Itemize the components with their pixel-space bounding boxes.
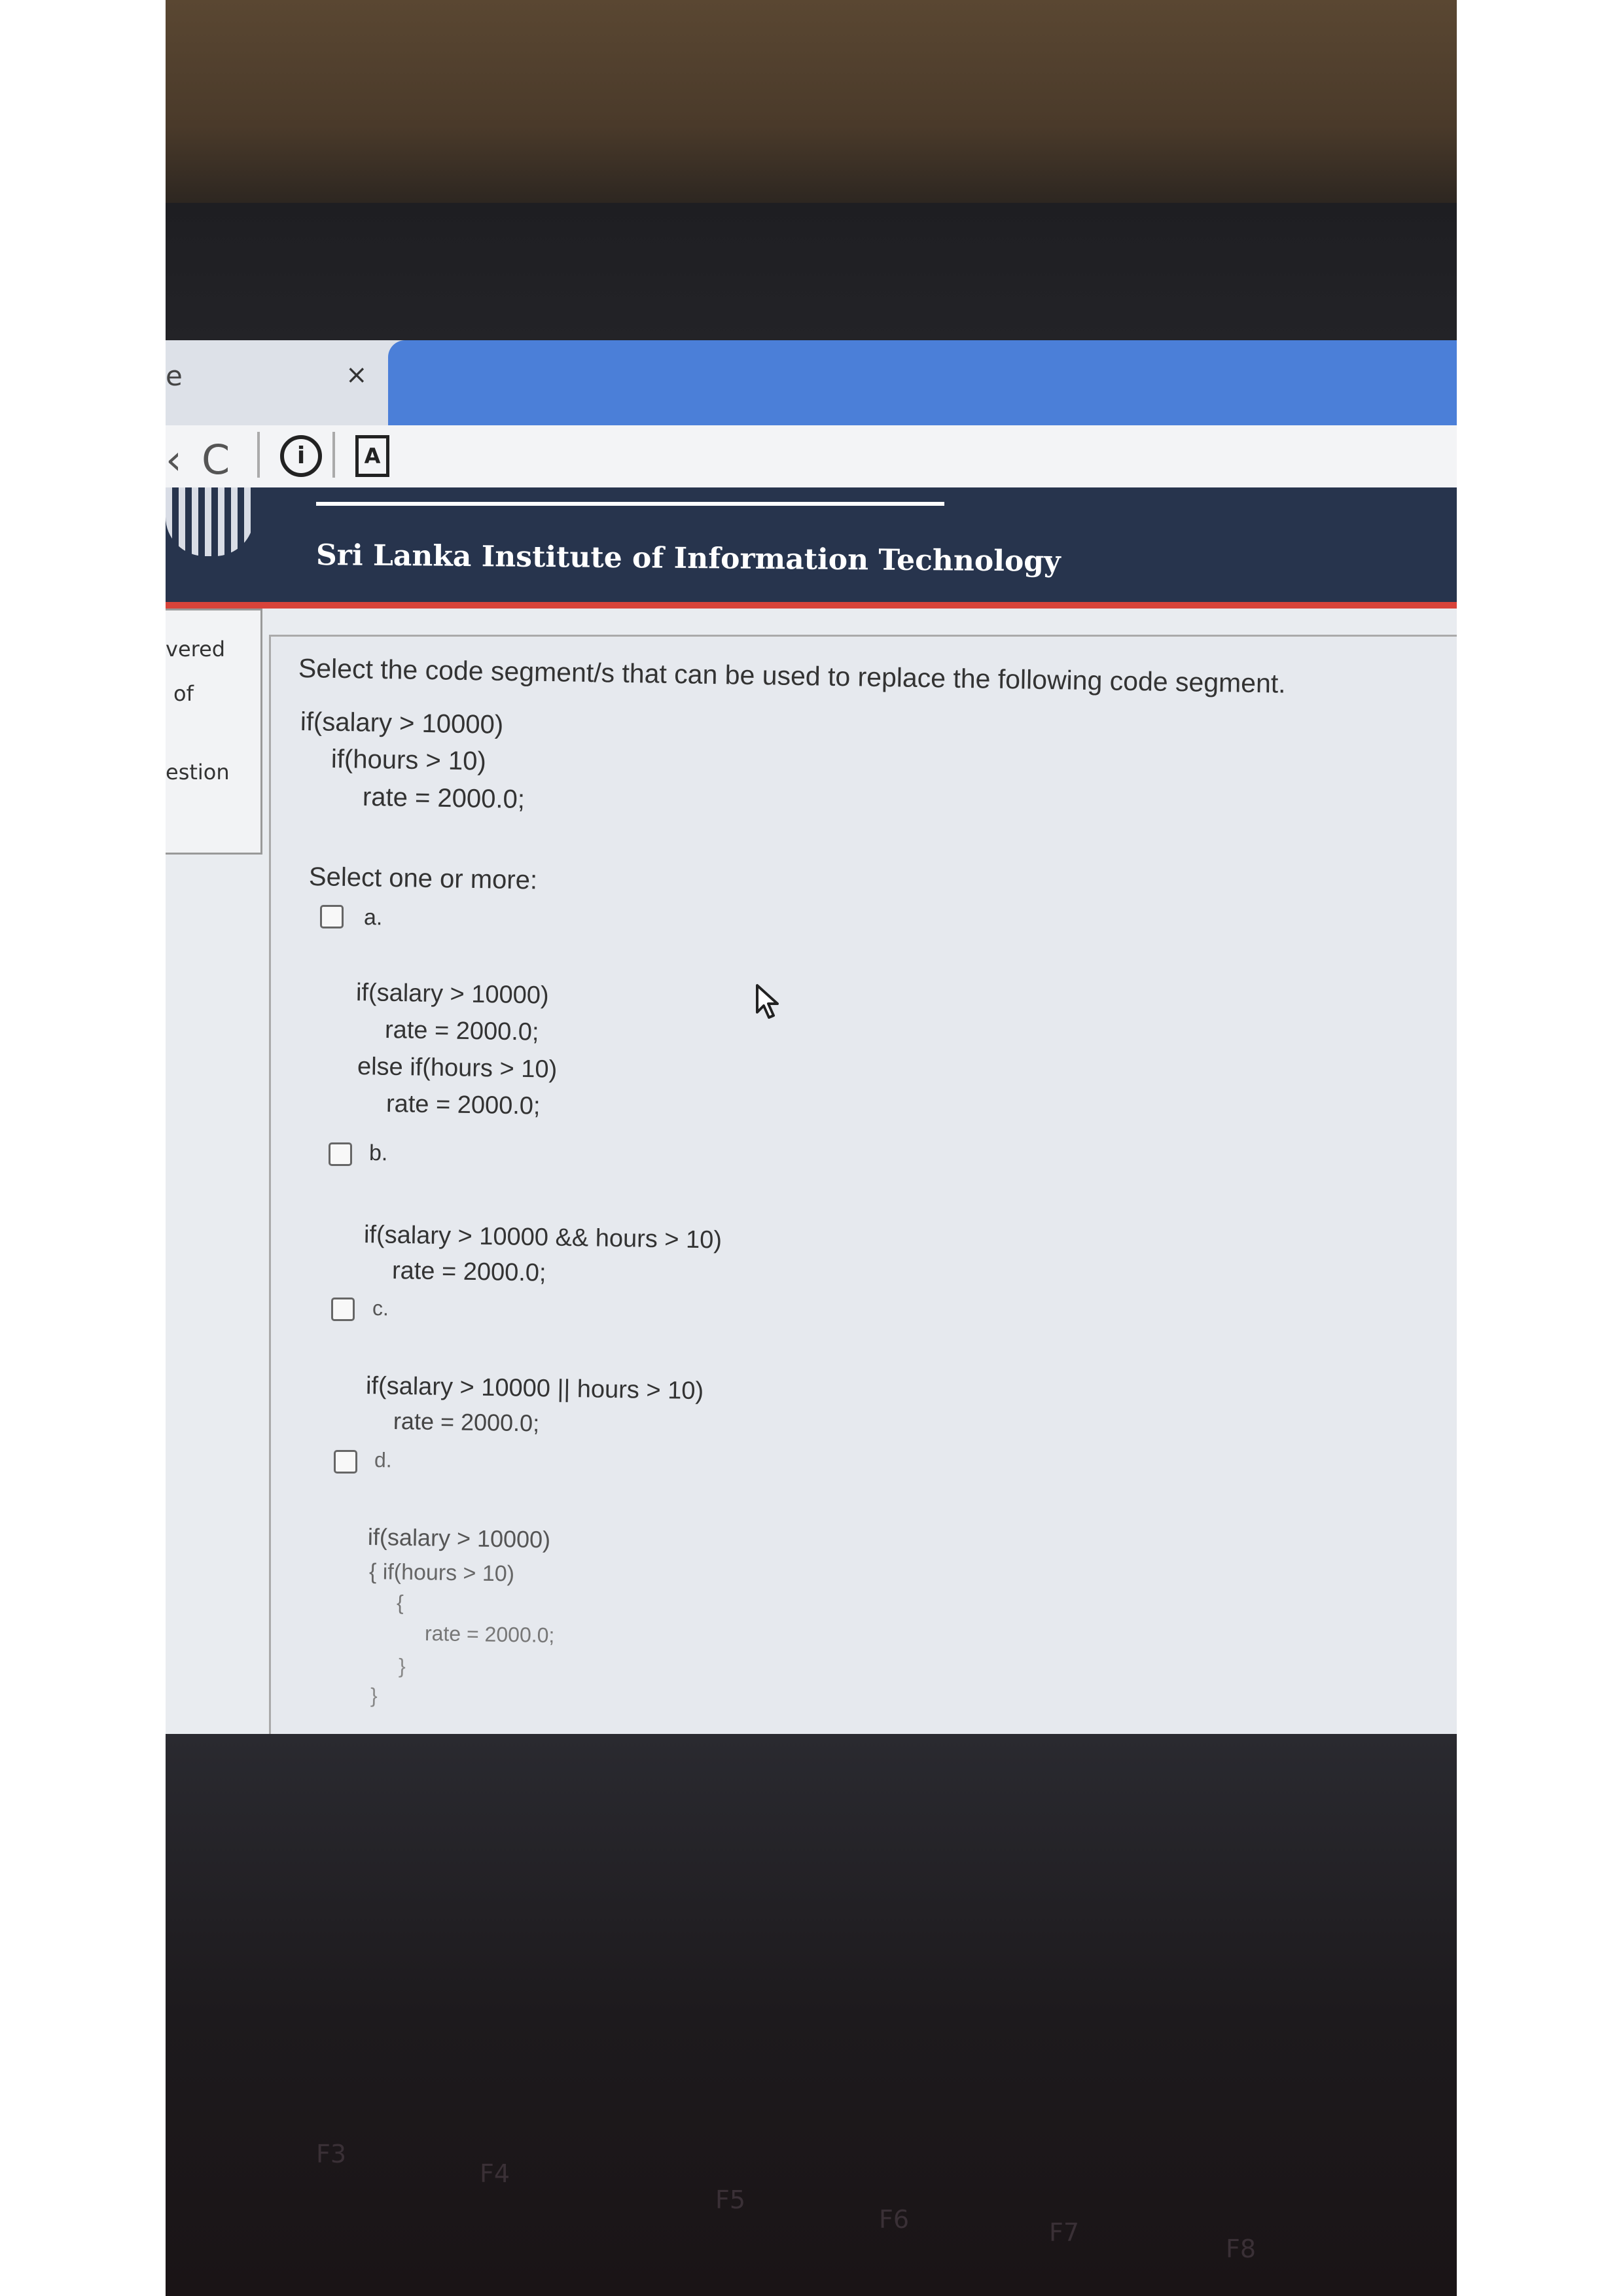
option-b-code-line: rate = 2000.0; xyxy=(391,1257,546,1287)
question-panel: Select the code segment/s that can be us… xyxy=(269,635,1457,1736)
mouse-cursor-icon xyxy=(756,984,779,1019)
header-divider xyxy=(316,502,944,506)
option-c-code-line: rate = 2000.0; xyxy=(393,1407,540,1437)
tab-close-icon[interactable]: × xyxy=(346,360,368,390)
quiz-navigation-panel: vered of estion xyxy=(166,609,262,855)
browser-screen: e × ‹ C i A Sri Lanka Institute of Infor… xyxy=(166,340,1457,1747)
option-d-code-line: { xyxy=(396,1591,404,1615)
keyboard-key: F5 xyxy=(715,2185,746,2214)
code-line: if(salary > 10000) xyxy=(300,707,504,739)
code-line: rate = 2000.0; xyxy=(362,783,526,814)
option-a-code-line: else if(hours > 10) xyxy=(357,1053,558,1084)
reload-icon[interactable]: C xyxy=(202,440,230,480)
background-paper xyxy=(166,0,1457,209)
toolbar-separator xyxy=(257,432,260,478)
option-a-checkbox[interactable] xyxy=(320,905,344,928)
code-line: if(hours > 10) xyxy=(330,745,487,776)
option-d-code-line: } xyxy=(370,1684,378,1708)
option-d-code-line: } xyxy=(398,1654,406,1678)
keyboard-key: F6 xyxy=(879,2205,910,2234)
question-prompt: Select the code segment/s that can be us… xyxy=(298,653,1287,699)
site-header: Sri Lanka Institute of Information Techn… xyxy=(166,487,1457,609)
option-a-code-line: rate = 2000.0; xyxy=(384,1016,539,1046)
option-d-code-line: { if(hours > 10) xyxy=(368,1559,515,1587)
keyboard-key: F7 xyxy=(1049,2218,1080,2247)
option-a-code-line: if(salary > 10000) xyxy=(355,979,549,1010)
keyboard-key: F3 xyxy=(316,2140,347,2168)
option-b-label[interactable]: b. xyxy=(369,1140,388,1166)
option-c-code-line: if(salary > 10000 || hours > 10) xyxy=(365,1372,704,1405)
option-c-checkbox[interactable] xyxy=(331,1298,355,1321)
header-accent-bar xyxy=(166,602,1457,609)
tab-strip: e × xyxy=(166,340,1457,429)
sidebar-text: estion xyxy=(166,760,230,785)
option-a-label[interactable]: a. xyxy=(364,905,383,930)
option-d-code-line: if(salary > 10000) xyxy=(367,1523,551,1553)
sidebar-text: of xyxy=(173,681,194,706)
option-b-code-line: if(salary > 10000 && hours > 10) xyxy=(363,1221,722,1254)
back-icon[interactable]: ‹ xyxy=(166,440,182,480)
option-d-checkbox[interactable] xyxy=(334,1450,357,1474)
keyboard-key: F4 xyxy=(480,2159,510,2188)
select-instruction: Select one or more: xyxy=(308,862,538,895)
tab-edge-icon: e xyxy=(166,360,183,392)
logo[interactable] xyxy=(166,487,254,556)
photo-frame: e × ‹ C i A Sri Lanka Institute of Infor… xyxy=(166,0,1457,2296)
tab-active[interactable] xyxy=(388,340,1457,429)
option-d-label[interactable]: d. xyxy=(374,1448,392,1472)
site-title: Sri Lanka Institute of Information Techn… xyxy=(315,539,1061,578)
keyboard-key: F8 xyxy=(1226,2234,1257,2263)
sidebar-text: vered xyxy=(166,637,226,662)
toolbar-separator xyxy=(332,432,335,478)
option-b-checkbox[interactable] xyxy=(329,1142,352,1166)
option-a-code-line: rate = 2000.0; xyxy=(385,1090,541,1120)
option-d-code-line: rate = 2000.0; xyxy=(424,1621,555,1648)
option-c-label[interactable]: c. xyxy=(372,1296,389,1320)
document-icon[interactable]: A xyxy=(355,435,389,477)
laptop-keyboard: F3 F4 F5 F6 F7 F8 xyxy=(166,1734,1457,2296)
info-icon[interactable]: i xyxy=(280,435,322,477)
